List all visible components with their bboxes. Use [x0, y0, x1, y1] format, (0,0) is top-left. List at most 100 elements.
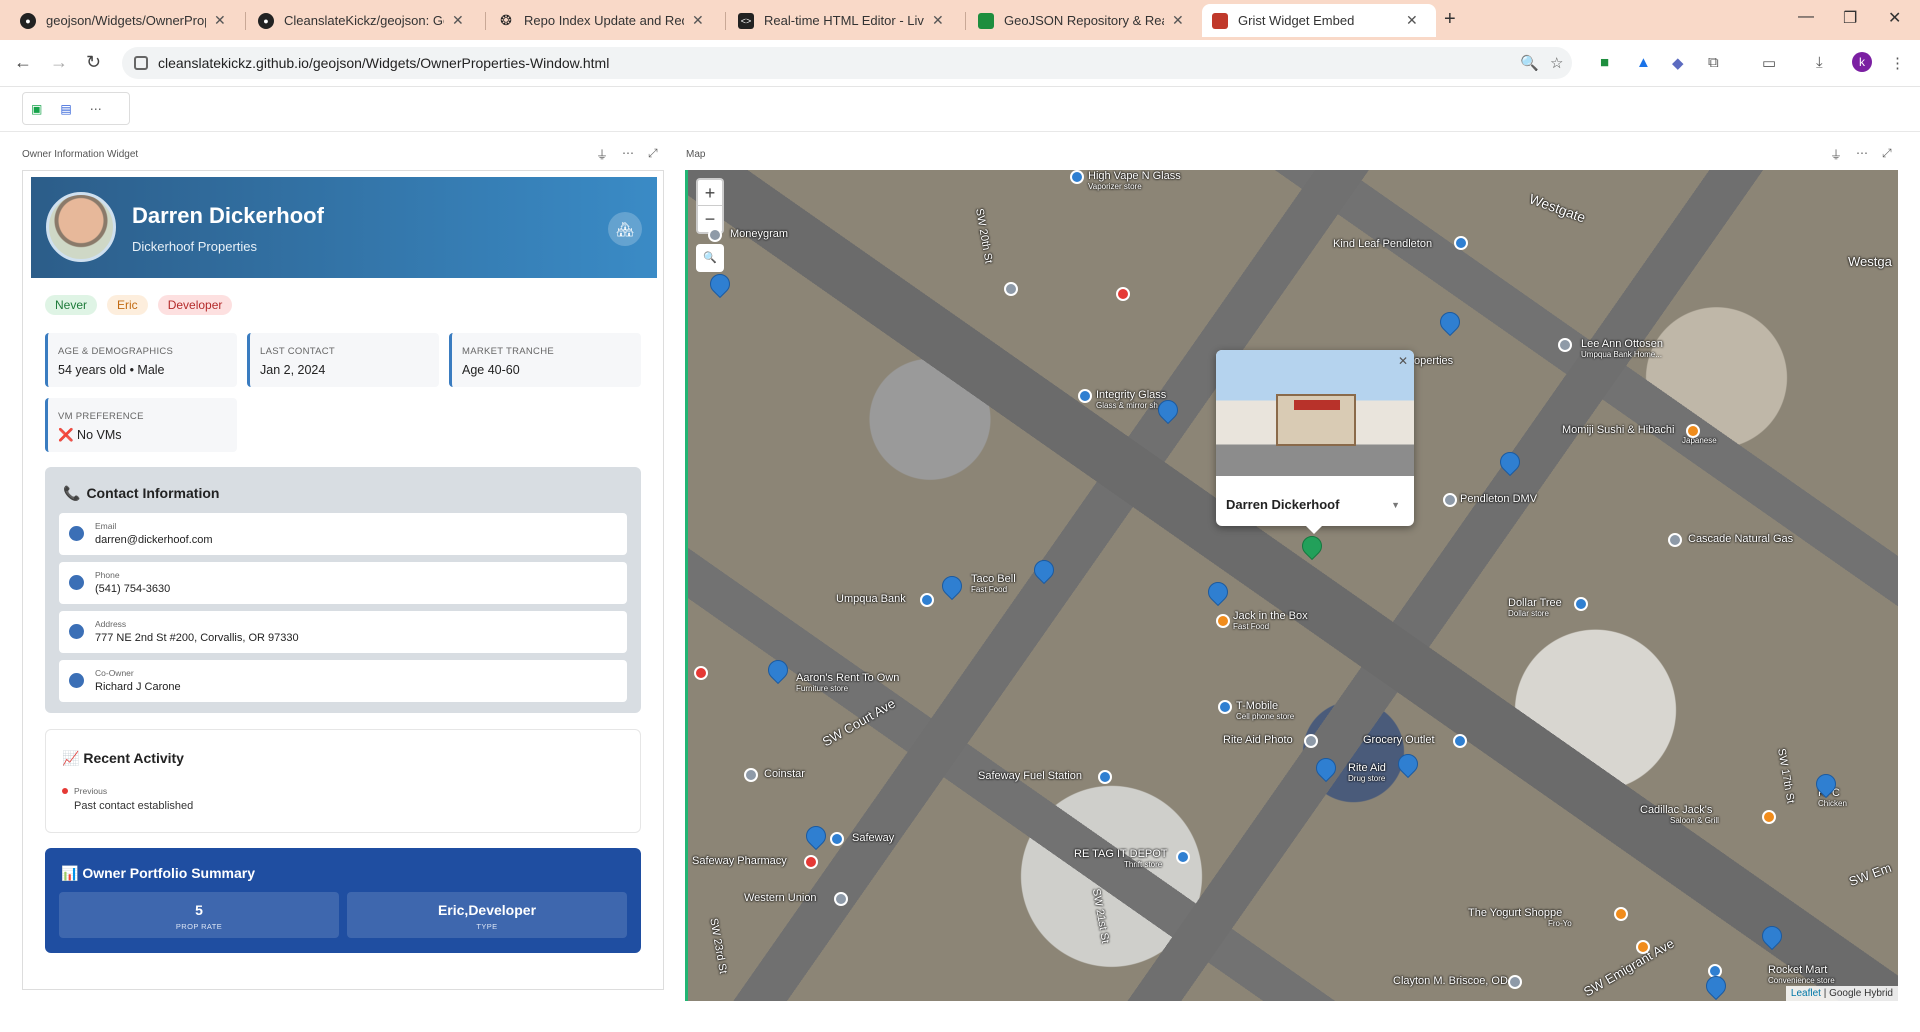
- forward-icon[interactable]: →: [50, 52, 68, 73]
- menu-kebab-icon[interactable]: ⋮: [1890, 54, 1905, 72]
- media-icon[interactable]: ▭: [1762, 54, 1776, 72]
- site-info-icon[interactable]: [134, 56, 148, 70]
- widget-icon[interactable]: ▣: [31, 102, 42, 116]
- contact-row-co-owner[interactable]: Co-Owner Richard J Carone: [59, 660, 627, 702]
- expand-icon[interactable]: ⤢: [648, 146, 658, 161]
- poi-icon[interactable]: [1558, 338, 1572, 352]
- minimize-icon[interactable]: —: [1798, 8, 1814, 26]
- restaurant-icon[interactable]: [1216, 614, 1230, 628]
- hospital-icon[interactable]: [1116, 287, 1130, 301]
- street-label: SW 20th St: [973, 207, 995, 265]
- popup-close-icon[interactable]: ✕: [1398, 354, 1408, 368]
- poi-icon[interactable]: [1176, 850, 1190, 864]
- property-marker-pin[interactable]: [1203, 577, 1233, 607]
- restaurant-icon[interactable]: [1762, 810, 1776, 824]
- property-marker-pin[interactable]: [937, 571, 967, 601]
- url-field[interactable]: cleanslatekickz.github.io/geojson/Widget…: [122, 47, 1572, 79]
- property-marker-pin[interactable]: [801, 821, 831, 851]
- property-marker-pin[interactable]: [1757, 921, 1787, 951]
- map-label: Cascade Natural Gas: [1688, 533, 1794, 545]
- new-tab-icon[interactable]: +: [1444, 8, 1456, 31]
- restaurant-icon[interactable]: [1614, 907, 1628, 921]
- restaurant-icon[interactable]: [1686, 424, 1700, 438]
- shopping-icon[interactable]: [1453, 734, 1467, 748]
- more-icon[interactable]: ⋯: [90, 102, 102, 116]
- hospital-icon[interactable]: [694, 666, 708, 680]
- extensions-puzzle-icon[interactable]: ⧉: [1708, 54, 1719, 71]
- bank-icon[interactable]: [920, 593, 934, 607]
- section-menu-icon[interactable]: ⋯: [1856, 146, 1868, 160]
- close-icon[interactable]: ✕: [1172, 12, 1184, 29]
- section-menu-icon[interactable]: ⋯: [622, 146, 634, 160]
- property-marker-pin[interactable]: [1495, 447, 1525, 477]
- zoom-in-button[interactable]: +: [698, 180, 722, 206]
- leaflet-link[interactable]: Leaflet: [1791, 988, 1821, 999]
- property-marker-pin[interactable]: [705, 269, 735, 299]
- restore-icon[interactable]: ❐: [1843, 8, 1857, 28]
- download-icon[interactable]: ⤓: [1816, 54, 1823, 71]
- extension-sheets-icon[interactable]: ■: [1600, 54, 1609, 71]
- phone-icon: [69, 575, 84, 590]
- profile-avatar[interactable]: k: [1852, 52, 1872, 72]
- browser-tab[interactable]: ● geojson/Widgets/OwnerProper ✕: [10, 4, 236, 37]
- poi-icon[interactable]: [1574, 597, 1588, 611]
- filter-icon[interactable]: ⏚: [596, 146, 608, 163]
- poi-icon[interactable]: [1078, 389, 1092, 403]
- browser-tab[interactable]: GeoJSON Repository & Real Est✕: [968, 4, 1194, 37]
- activity-dot-icon: [62, 788, 68, 794]
- poi-icon[interactable]: [1443, 493, 1457, 507]
- popup-owner-name: Darren Dickerhoof: [1226, 497, 1340, 512]
- property-marker-pin[interactable]: [1029, 555, 1059, 585]
- poi-icon[interactable]: [1304, 734, 1318, 748]
- close-icon[interactable]: ✕: [692, 12, 704, 29]
- pharmacy-icon[interactable]: [804, 855, 818, 869]
- fuel-icon[interactable]: [1098, 770, 1112, 784]
- map-label: Jack in the Box Fast Food: [1233, 610, 1308, 631]
- extension-icon[interactable]: ▲: [1636, 54, 1651, 71]
- owner-company: Dickerhoof Properties: [132, 239, 257, 254]
- poi-icon[interactable]: [834, 892, 848, 906]
- code-icon: <>: [738, 12, 754, 29]
- restaurant-icon[interactable]: [1636, 940, 1650, 954]
- map-label: RE TAG IT DEPOT Thrift store: [1074, 848, 1168, 869]
- poi-icon[interactable]: [1668, 533, 1682, 547]
- poi-icon[interactable]: [744, 768, 758, 782]
- extension-icon[interactable]: ◆: [1672, 54, 1684, 72]
- map-view[interactable]: + − 🔍 Moneygram High Vape N Glass Vaporiz…: [685, 170, 1898, 1001]
- browser-tab[interactable]: ●CleanslateKickz/geojson: GeoJS✕: [248, 4, 474, 37]
- property-marker-pin[interactable]: [1701, 971, 1731, 1001]
- contact-row-email[interactable]: Email darren@dickerhoof.com: [59, 513, 627, 555]
- map-search-button[interactable]: 🔍: [696, 244, 724, 272]
- poi-icon[interactable]: [1454, 236, 1468, 250]
- poi-icon[interactable]: [1508, 975, 1522, 989]
- poi-icon[interactable]: [1218, 700, 1232, 714]
- filter-icon[interactable]: ⏚: [1830, 146, 1842, 163]
- bookmark-star-icon[interactable]: ☆: [1550, 54, 1563, 72]
- zoom-icon[interactable]: 🔍: [1520, 54, 1539, 72]
- chevron-down-icon[interactable]: ▼: [1391, 500, 1400, 510]
- close-icon[interactable]: ✕: [214, 12, 226, 29]
- view-properties-button[interactable]: 🏘: [608, 212, 642, 246]
- close-icon[interactable]: ✕: [1406, 12, 1418, 29]
- browser-tab[interactable]: ❂Repo Index Update and Redesic✕: [488, 4, 714, 37]
- property-marker-pin[interactable]: [1311, 753, 1341, 783]
- property-marker-pin[interactable]: [763, 655, 793, 685]
- close-icon[interactable]: ✕: [452, 12, 464, 29]
- poi-icon[interactable]: [708, 228, 722, 242]
- property-marker-pin[interactable]: [1435, 307, 1465, 337]
- shopping-icon[interactable]: [830, 832, 844, 846]
- expand-icon[interactable]: ⤢: [1882, 146, 1892, 161]
- close-icon[interactable]: ✕: [932, 12, 944, 29]
- selected-property-marker-pin[interactable]: [1297, 531, 1327, 561]
- reload-icon[interactable]: ↻: [86, 52, 101, 73]
- window-close-icon[interactable]: ✕: [1888, 8, 1901, 28]
- back-icon[interactable]: ←: [14, 52, 32, 73]
- browser-tab[interactable]: <>Real-time HTML Editor - Live H✕: [728, 4, 954, 37]
- poi-icon[interactable]: [1070, 170, 1084, 184]
- property-marker-pin[interactable]: [1393, 749, 1423, 779]
- contact-row-phone[interactable]: Phone (541) 754-3630: [59, 562, 627, 604]
- contact-row-address[interactable]: Address 777 NE 2nd St #200, Corvallis, O…: [59, 611, 627, 653]
- poi-icon[interactable]: [1004, 282, 1018, 296]
- browser-tab-active[interactable]: Grist Widget Embed ✕: [1202, 4, 1436, 37]
- doc-icon[interactable]: ▤: [60, 102, 71, 116]
